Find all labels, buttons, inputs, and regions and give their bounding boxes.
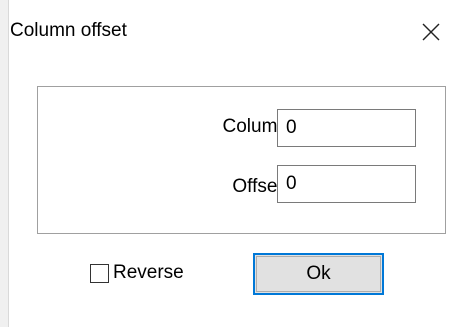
ok-button[interactable]: Ok [253, 253, 384, 295]
window-left-edge [0, 0, 9, 327]
close-button[interactable] [414, 16, 448, 48]
reverse-checkbox[interactable] [90, 264, 109, 283]
reverse-label[interactable]: Reverse [113, 261, 184, 285]
ok-button-label: Ok [306, 263, 331, 284]
column-input[interactable] [277, 109, 416, 147]
close-icon [422, 23, 440, 41]
column-offset-dialog: Column offset Column Offset: Reverse Ok [0, 0, 457, 327]
fields-group-box: Column Offset: [37, 86, 446, 234]
offset-input[interactable] [277, 165, 416, 203]
column-label: Column [222, 116, 288, 137]
offset-label: Offset: [232, 176, 288, 197]
dialog-title: Column offset [10, 20, 127, 41]
